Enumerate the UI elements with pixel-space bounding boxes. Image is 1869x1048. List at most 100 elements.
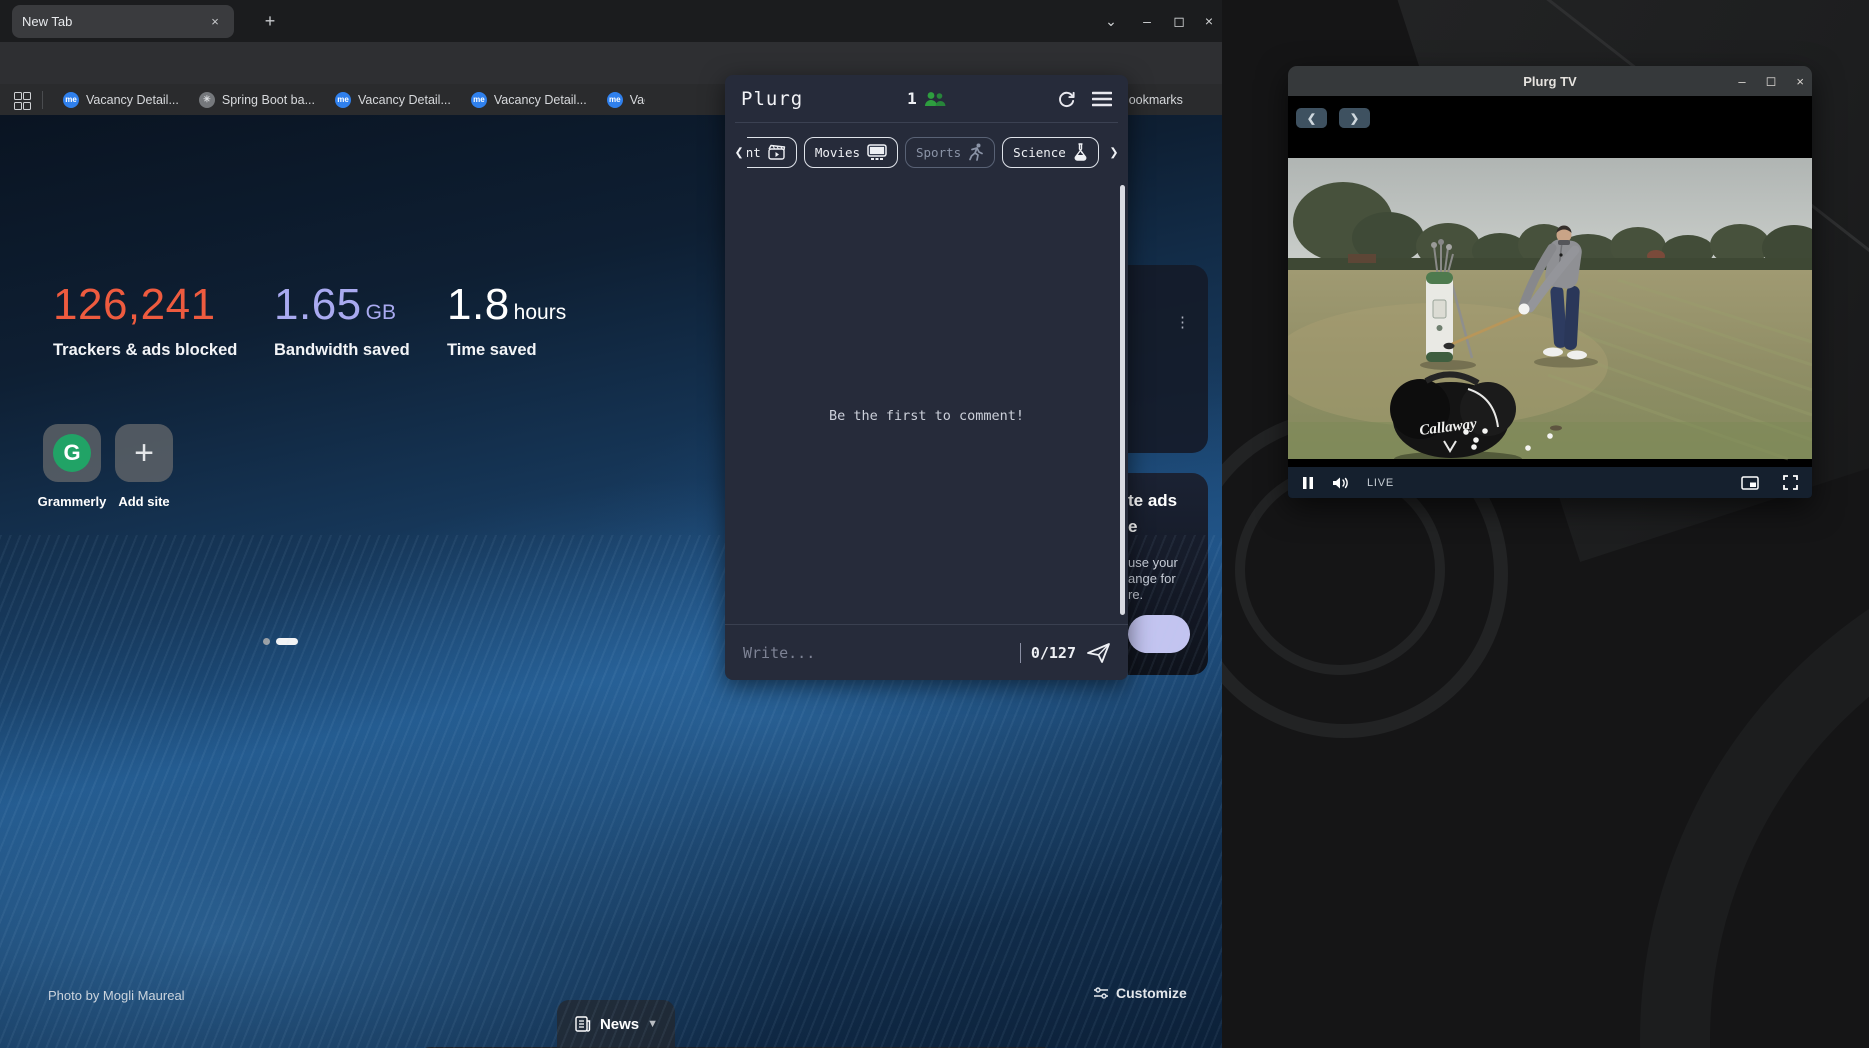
tv-close-button[interactable]: × bbox=[1796, 74, 1804, 89]
live-label: LIVE bbox=[1367, 477, 1394, 489]
tab-new-tab[interactable]: New Tab × bbox=[12, 5, 234, 38]
rewards-action-button[interactable] bbox=[1128, 615, 1190, 653]
golf-video-frame[interactable]: Callaway bbox=[1288, 150, 1812, 467]
plurg-header: Plurg 1 bbox=[725, 75, 1128, 122]
divot bbox=[1550, 425, 1562, 430]
stat-label: Bandwidth saved bbox=[274, 341, 410, 360]
chip-label: Entertainment bbox=[747, 145, 761, 160]
stat-value: 126,241 bbox=[53, 280, 216, 329]
viewers-icon bbox=[924, 91, 946, 107]
header-divider bbox=[735, 122, 1118, 123]
bookmark-label: Vacancy Detail... bbox=[86, 93, 179, 107]
apps-grid-icon[interactable] bbox=[14, 92, 30, 108]
stat-bandwidth-saved: 1.65GB Bandwidth saved bbox=[274, 283, 410, 360]
customize-button[interactable]: Customize bbox=[1093, 985, 1187, 1001]
bookmark-item[interactable]: ✳ Spring Boot ba... bbox=[189, 88, 325, 112]
shortcut-tile[interactable]: G bbox=[43, 424, 101, 482]
bookmark-item[interactable]: me Vacancy Detail... bbox=[461, 88, 597, 112]
news-icon bbox=[574, 1015, 592, 1033]
tab-close-icon[interactable]: × bbox=[206, 13, 224, 31]
rewards-card-partial: te ads e use your ange for re. bbox=[1128, 473, 1208, 675]
shortcut-label: Add site bbox=[96, 494, 192, 509]
chip-label: Sports bbox=[916, 145, 961, 160]
char-counter: 0/127 bbox=[1031, 644, 1076, 662]
tv-content: ❮ ❯ bbox=[1288, 96, 1812, 498]
tab-bar: New Tab × + ⌄ – ◻ × bbox=[0, 0, 1222, 42]
stat-value: 1.65 bbox=[274, 280, 362, 329]
refresh-icon[interactable] bbox=[1057, 89, 1076, 108]
tv-maximize-button[interactable]: ◻ bbox=[1766, 73, 1777, 89]
pause-icon[interactable] bbox=[1302, 476, 1314, 490]
stat-unit: GB bbox=[366, 301, 396, 324]
bookmark-label: Spring Boot ba... bbox=[222, 93, 315, 107]
chevron-down-icon: ▼ bbox=[647, 1018, 658, 1030]
rewards-body-fragment: use your bbox=[1128, 555, 1178, 570]
stat-value: 1.8 bbox=[447, 280, 510, 329]
stat-label: Trackers & ads blocked bbox=[53, 341, 237, 360]
video-controls-bar: LIVE bbox=[1288, 467, 1812, 498]
wallpaper-slideshow-dots[interactable] bbox=[263, 638, 298, 645]
news-button[interactable]: News ▼ bbox=[557, 1000, 675, 1048]
fullscreen-icon[interactable] bbox=[1783, 475, 1798, 490]
slideshow-dot-active[interactable] bbox=[276, 638, 298, 645]
shortcut-tile[interactable]: + bbox=[115, 424, 173, 482]
empty-comments-message: Be the first to comment! bbox=[725, 408, 1128, 424]
chips-scroll-right-icon[interactable]: ❯ bbox=[1106, 143, 1122, 161]
viewer-count: 1 bbox=[907, 89, 917, 108]
picture-in-picture-icon[interactable] bbox=[1741, 476, 1759, 490]
slideshow-dot[interactable] bbox=[263, 638, 270, 645]
rewards-body-fragment: ange for bbox=[1128, 571, 1176, 586]
chips-scroller[interactable]: Entertainment Movies Sports Science Busi… bbox=[747, 128, 1106, 176]
comments-area: Be the first to comment! bbox=[725, 176, 1128, 623]
chip-label: Movies bbox=[815, 145, 860, 160]
clapperboard-icon bbox=[768, 144, 786, 160]
category-chip-movies[interactable]: Movies bbox=[804, 137, 898, 168]
category-chip-entertainment[interactable]: Entertainment bbox=[747, 137, 797, 168]
bookmark-item[interactable]: me Vacancy Detail... bbox=[597, 88, 645, 112]
wallpaper-ring bbox=[1640, 520, 1869, 1048]
chip-label: Science bbox=[1013, 145, 1066, 160]
tab-search-chevron-icon[interactable]: ⌄ bbox=[1098, 8, 1124, 34]
shortcut-add-site[interactable]: + Add site bbox=[96, 424, 192, 509]
panel-scrollbar[interactable] bbox=[1120, 185, 1125, 615]
tv-prev-channel-button[interactable]: ❮ bbox=[1296, 108, 1327, 128]
plurg-title: Plurg bbox=[741, 88, 803, 110]
stat-trackers-blocked: 126,241 Trackers & ads blocked bbox=[53, 283, 237, 360]
tv-icon bbox=[867, 144, 887, 161]
bookmark-item[interactable]: me Vacancy Detail... bbox=[325, 88, 461, 112]
category-chips-row: ❮ Entertainment Movies Sports Science Bu… bbox=[725, 128, 1128, 176]
volume-icon[interactable] bbox=[1332, 476, 1349, 490]
category-chip-sports[interactable]: Sports bbox=[905, 137, 995, 168]
window-minimize-button[interactable]: – bbox=[1134, 8, 1160, 34]
sliders-icon bbox=[1093, 986, 1109, 1000]
tv-minimize-button[interactable]: – bbox=[1738, 74, 1745, 89]
bookmark-label: Vacancy Detail... bbox=[630, 93, 645, 107]
send-icon[interactable] bbox=[1086, 641, 1112, 665]
bookmark-favicon: me bbox=[607, 92, 623, 108]
tab-title: New Tab bbox=[22, 14, 206, 29]
tv-titlebar[interactable]: Plurg TV – ◻ × bbox=[1288, 66, 1812, 96]
photo-credit: Photo by Mogli Maureal bbox=[48, 988, 185, 1003]
flask-icon bbox=[1073, 143, 1088, 161]
chips-scroll-left-icon[interactable]: ❮ bbox=[731, 143, 747, 161]
window-maximize-button[interactable]: ◻ bbox=[1166, 8, 1192, 34]
rewards-title-fragment: e bbox=[1128, 517, 1137, 537]
tv-next-channel-button[interactable]: ❯ bbox=[1339, 108, 1370, 128]
category-chip-science[interactable]: Science bbox=[1002, 137, 1099, 168]
stat-label: Time saved bbox=[447, 341, 566, 360]
bookmark-favicon: me bbox=[63, 92, 79, 108]
comment-input[interactable] bbox=[741, 643, 1008, 663]
plurg-tv-window: Plurg TV – ◻ × ❮ ❯ bbox=[1288, 66, 1812, 498]
card-menu-icon[interactable]: ⋮ bbox=[1175, 320, 1190, 326]
panel-menu-icon[interactable] bbox=[1092, 91, 1112, 107]
grammerly-icon: G bbox=[53, 434, 91, 472]
window-close-button[interactable]: × bbox=[1196, 8, 1222, 34]
rewards-title-fragment: te ads bbox=[1128, 491, 1177, 511]
tv-window-title: Plurg TV bbox=[1288, 74, 1812, 89]
bookmark-favicon: me bbox=[471, 92, 487, 108]
bookmarks-divider bbox=[42, 91, 43, 109]
new-tab-button[interactable]: + bbox=[258, 10, 282, 34]
runner-icon bbox=[968, 143, 984, 161]
bookmark-item[interactable]: me Vacancy Detail... bbox=[53, 88, 189, 112]
stat-time-saved: 1.8hours Time saved bbox=[447, 283, 566, 360]
